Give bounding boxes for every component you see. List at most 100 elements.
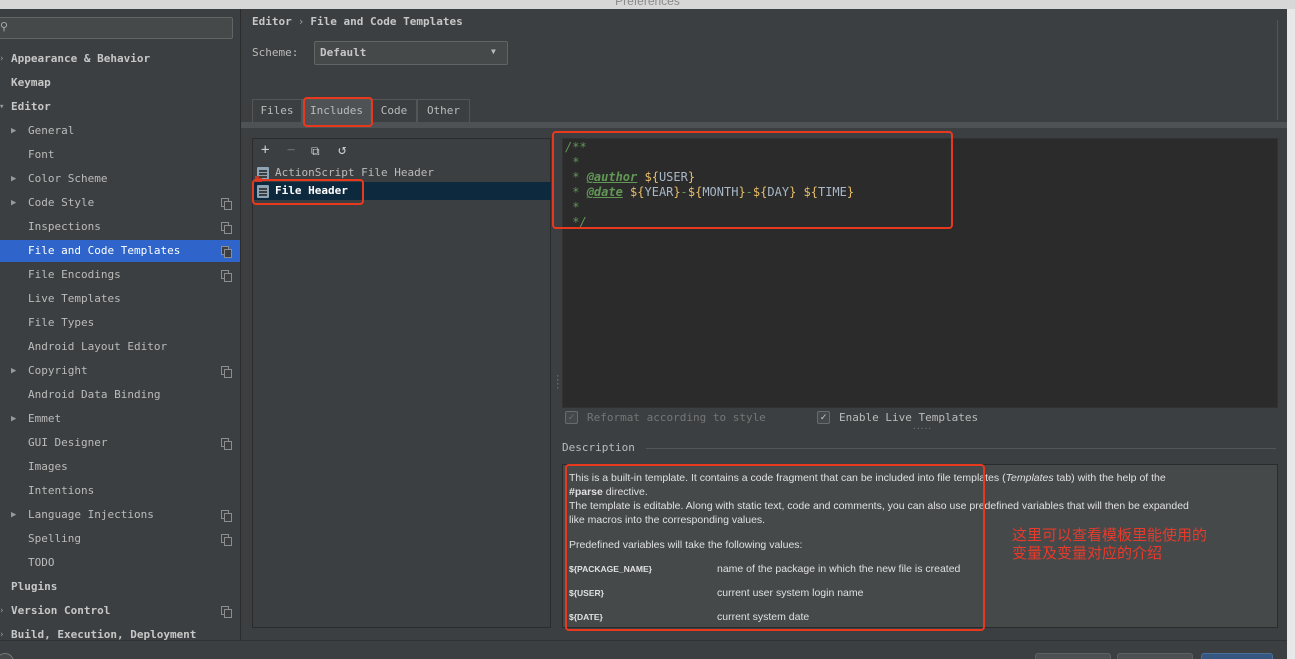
sidebar-item[interactable]: ▶ Copyright: [0, 360, 240, 382]
sidebar-item[interactable]: Live Templates: [0, 288, 240, 310]
sidebar-item-label: TODO: [28, 556, 55, 569]
sidebar-item[interactable]: GUI Designer: [0, 432, 240, 454]
cancel-button[interactable]: [1035, 653, 1111, 659]
breadcrumb-current: File and Code Templates: [310, 15, 463, 28]
variable-description: current user system login name: [717, 587, 864, 599]
sidebar-item[interactable]: Inspections: [0, 216, 240, 238]
sidebar-item-label: File Encodings: [28, 268, 121, 281]
chevron-down-icon: ▼: [491, 47, 496, 56]
description-text: #parse directive.: [569, 486, 648, 498]
sidebar-item-label: GUI Designer: [28, 436, 108, 449]
sidebar-item[interactable]: Font: [0, 144, 240, 166]
tab-includes[interactable]: Includes: [302, 99, 371, 122]
code-line: *: [565, 155, 580, 169]
sidebar-item[interactable]: TODO: [0, 552, 240, 574]
description-text: Predefined variables will take the follo…: [569, 539, 803, 551]
add-template-button[interactable]: +: [261, 142, 269, 158]
scheme-dropdown[interactable]: Default ▼: [314, 41, 508, 65]
search-icon: ⚲: [0, 20, 9, 33]
checkmark-icon: ✓: [817, 411, 830, 424]
reformat-label: Reformat according to style: [587, 411, 766, 424]
chevron-right-icon[interactable]: ▶: [11, 504, 16, 526]
sidebar-item[interactable]: ▶ General: [0, 120, 240, 142]
ok-button[interactable]: [1201, 653, 1273, 659]
reset-template-button[interactable]: ↺: [338, 142, 346, 158]
variable-name: ${USER}: [569, 588, 604, 598]
sidebar-item[interactable]: File Encodings: [0, 264, 240, 286]
variable-description: name of the package in which the new fil…: [717, 563, 961, 575]
sidebar-item-label: Android Data Binding: [28, 388, 161, 401]
template-item-file-header[interactable]: File Header: [253, 182, 551, 200]
chevron-right-icon[interactable]: ▶: [11, 408, 16, 430]
sidebar-item-label: Android Layout Editor: [28, 340, 168, 353]
sidebar-item[interactable]: Android Layout Editor: [0, 336, 240, 358]
template-editor[interactable]: /** * * @author ${USER} * @date ${YEAR}-…: [562, 138, 1278, 408]
breadcrumb-root: Editor: [252, 15, 292, 28]
tab-files[interactable]: Files: [252, 99, 302, 122]
scheme-label: Scheme:: [252, 46, 299, 59]
dialog-footer: [0, 640, 1287, 659]
tab-other[interactable]: Other: [417, 99, 470, 122]
project-scope-icon: [221, 534, 232, 546]
sidebar-item[interactable]: ▶ Emmet: [0, 408, 240, 430]
sidebar-item[interactable]: Intentions: [0, 480, 240, 502]
live-templates-label: Enable Live Templates: [839, 411, 979, 424]
chevron-right-icon[interactable]: ▶: [11, 360, 16, 382]
template-item-actionscript[interactable]: ActionScript File Header: [253, 164, 551, 182]
code-line: /**: [565, 140, 587, 154]
sidebar-item[interactable]: Images: [0, 456, 240, 478]
chevron-right-icon[interactable]: ▶: [11, 168, 16, 190]
file-template-icon: [257, 185, 269, 198]
sidebar-item-label: Editor: [11, 100, 51, 113]
description-text: The template is editable. Along with sta…: [569, 500, 1189, 512]
sidebar-item[interactable]: Plugins: [0, 576, 240, 598]
sidebar-item[interactable]: Spelling: [0, 528, 240, 550]
sidebar-item-label: Emmet: [28, 412, 62, 425]
sidebar-item[interactable]: ▾ Editor: [0, 96, 240, 118]
sidebar-item-label: General: [28, 124, 75, 137]
javadoc-tag: @author: [586, 170, 638, 184]
sidebar-item-label: Images: [28, 460, 68, 473]
chevron-right-icon[interactable]: ›: [0, 624, 4, 640]
chevron-down-icon[interactable]: ▾: [0, 96, 4, 118]
sidebar-item[interactable]: File and Code Templates: [0, 240, 240, 262]
sidebar-item[interactable]: › Build, Execution, Deployment: [0, 624, 240, 640]
chevron-right-icon[interactable]: ›: [0, 600, 4, 622]
project-scope-icon: [221, 270, 232, 282]
search-input[interactable]: [15, 21, 225, 35]
project-scope-icon: [221, 366, 232, 378]
sidebar-item-label: Code Style: [28, 196, 95, 209]
sidebar-item[interactable]: Keymap: [0, 72, 240, 94]
sidebar-item[interactable]: › Appearance & Behavior: [0, 48, 240, 70]
sidebar-item-label: File Types: [28, 316, 95, 329]
tab-code[interactable]: Code: [371, 99, 417, 122]
chevron-right-icon[interactable]: ▶: [11, 192, 16, 214]
javadoc-tag: @date: [586, 185, 623, 199]
content-scrollbar[interactable]: [1277, 20, 1287, 120]
sidebar-item[interactable]: › Version Control: [0, 600, 240, 622]
sidebar-item[interactable]: ▶ Language Injections: [0, 504, 240, 526]
splitter-handle[interactable]: · · · ·: [555, 373, 560, 394]
sidebar-item[interactable]: Android Data Binding: [0, 384, 240, 406]
apply-button[interactable]: [1117, 653, 1193, 659]
sidebar-item-label: Appearance & Behavior: [11, 52, 151, 65]
sidebar-item[interactable]: ▶ Color Scheme: [0, 168, 240, 190]
sidebar-item[interactable]: ▶ Code Style: [0, 192, 240, 214]
template-label: File Header: [275, 184, 348, 197]
chevron-right-icon[interactable]: ▶: [11, 120, 16, 142]
sidebar-item-label: Keymap: [11, 76, 51, 89]
window-title: Preferences: [615, 0, 680, 8]
settings-search[interactable]: ⚲: [0, 17, 233, 39]
annotation-note: 这里可以查看模板里能使用的 变量及变量对应的介绍: [1012, 526, 1208, 562]
chevron-right-icon[interactable]: ›: [0, 48, 4, 70]
sidebar-item-label: Inspections: [28, 220, 101, 233]
help-button[interactable]: [0, 653, 14, 659]
variable-name: ${DATE}: [569, 612, 603, 622]
resize-handle[interactable]: ·····: [912, 424, 932, 433]
window-edge: [1287, 9, 1295, 659]
remove-template-button[interactable]: −: [287, 142, 295, 158]
sidebar-item-label: Plugins: [11, 580, 58, 593]
sidebar-item[interactable]: File Types: [0, 312, 240, 334]
code-line: * @date ${YEAR}-${MONTH}-${DAY} ${TIME}: [565, 185, 855, 199]
copy-template-button[interactable]: ⧉: [311, 144, 320, 159]
